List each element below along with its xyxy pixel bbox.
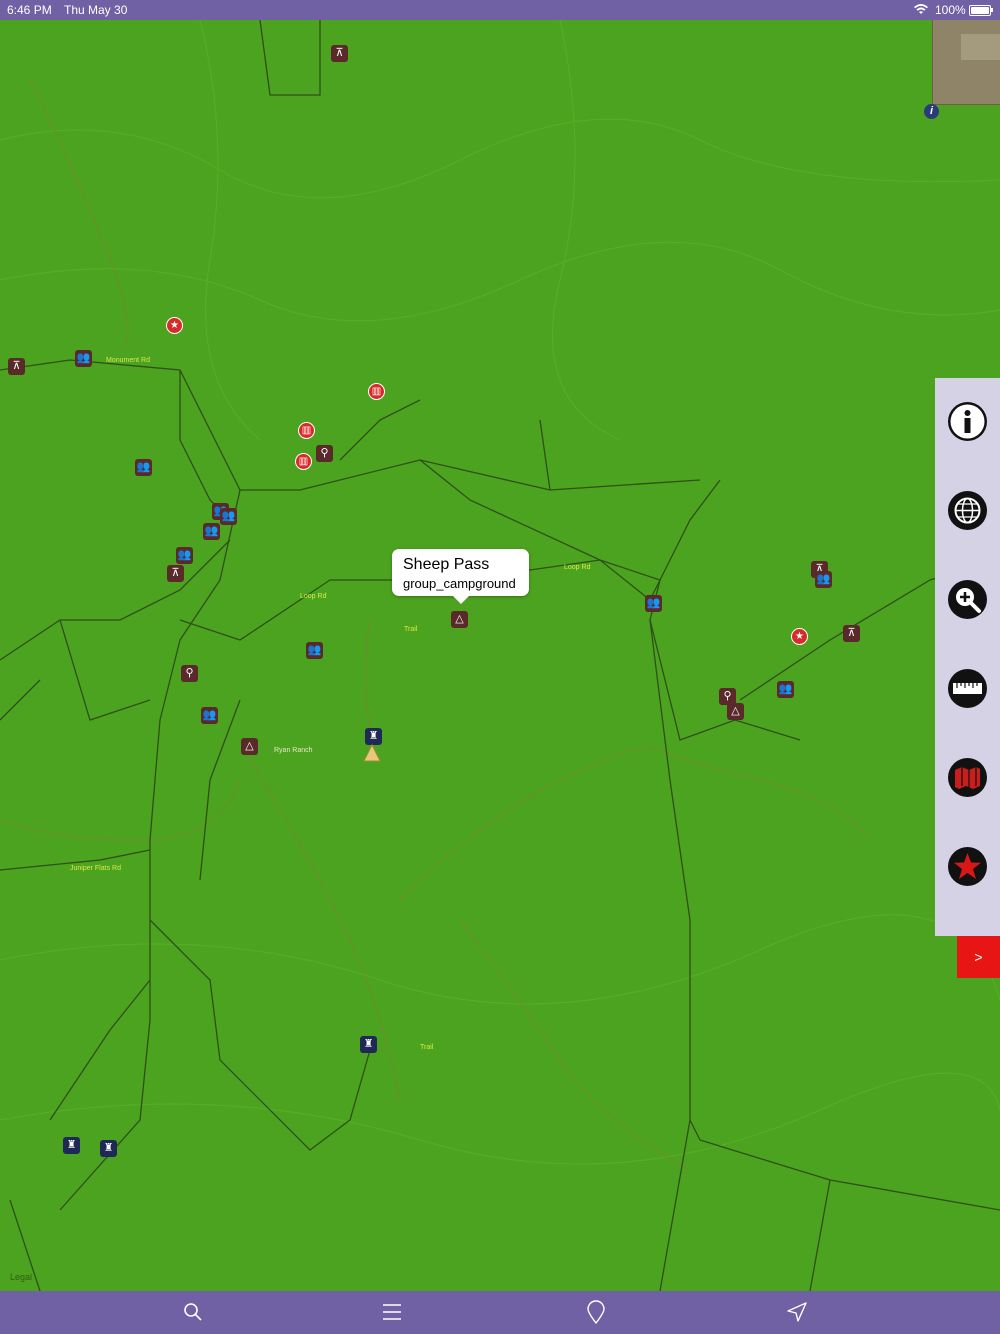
ranger-station-icon[interactable]: ♜	[100, 1140, 117, 1157]
picnic-area-icon[interactable]: ⊼	[843, 625, 860, 642]
legal-link[interactable]: Legal	[10, 1272, 32, 1282]
menu-tab[interactable]	[379, 1299, 405, 1325]
point-of-interest-icon[interactable]: ★	[166, 317, 183, 334]
road-label-ryan-ranch: Ryan Ranch	[274, 747, 313, 754]
picnic-area-icon[interactable]: ⊼	[331, 45, 348, 62]
ruler-icon	[953, 683, 982, 694]
ranger-station-icon[interactable]: ♜	[63, 1137, 80, 1154]
search-tab[interactable]	[180, 1299, 206, 1325]
globe-icon	[954, 497, 981, 524]
location-pin-icon	[587, 1300, 605, 1325]
ranger-station-icon[interactable]: ♜	[365, 728, 382, 745]
information-icon[interactable]: i	[924, 104, 939, 119]
wifi-icon	[913, 3, 929, 18]
tool-panel	[935, 378, 1000, 936]
ranger-station-icon[interactable]: ♜	[360, 1036, 377, 1053]
favorites-star-icon	[954, 853, 981, 879]
battery-percentage: 100%	[935, 3, 966, 17]
restroom-icon[interactable]: 👥	[201, 707, 218, 724]
battery-tip	[991, 8, 993, 12]
satellite-tile	[932, 20, 1000, 105]
road-label-monument: Monument Rd	[106, 357, 150, 364]
expand-panel-button[interactable]: >	[957, 936, 1000, 978]
navigation-arrow-icon	[787, 1302, 807, 1322]
location-tab[interactable]	[583, 1299, 609, 1325]
status-bar: 6:46 PM Thu May 30 100%	[0, 0, 1000, 20]
location-callout[interactable]: Sheep Pass group_campground	[392, 549, 529, 604]
measure-button[interactable]	[948, 669, 987, 708]
status-time: 6:46 PM	[7, 3, 52, 17]
restroom-icon[interactable]: 👥	[203, 523, 220, 540]
map-roads-layer: Monument Rd Loop Rd Loop Rd Juniper Flat…	[0, 20, 1000, 1291]
campground-icon[interactable]: △	[727, 703, 744, 720]
map-layers-icon	[955, 767, 980, 789]
campground-icon-sheep-pass[interactable]: △	[451, 611, 468, 628]
restroom-icon[interactable]: 👥	[220, 508, 237, 525]
battery-icon	[969, 5, 991, 16]
globe-button[interactable]	[948, 491, 987, 530]
search-icon	[184, 1303, 202, 1321]
zoom-button[interactable]	[948, 580, 987, 619]
restroom-icon[interactable]: 👥	[645, 595, 662, 612]
campground-icon[interactable]: △	[241, 738, 258, 755]
restroom-icon[interactable]: 👥	[135, 459, 152, 476]
status-date: Thu May 30	[64, 3, 128, 17]
zoom-in-icon	[956, 588, 981, 613]
road-label-loop-east: Loop Rd	[564, 564, 591, 571]
restroom-icon[interactable]: 👥	[306, 642, 323, 659]
info-icon	[950, 404, 985, 439]
navigation-tab[interactable]	[784, 1299, 810, 1325]
point-of-interest-icon[interactable]: ★	[791, 628, 808, 645]
menu-icon	[383, 1304, 401, 1320]
favorites-button[interactable]	[948, 847, 987, 886]
restroom-icon[interactable]: 👥	[815, 571, 832, 588]
road-label-juniper-flats: Juniper Flats Rd	[70, 865, 121, 872]
callout-subtitle: group_campground	[403, 576, 516, 591]
trailhead-icon[interactable]: ⚲	[181, 665, 198, 682]
picnic-area-icon[interactable]: ⊼	[8, 358, 25, 375]
road-label-trail-2: Trail	[420, 1044, 434, 1051]
road-label-trail: Trail	[404, 626, 418, 633]
info-button[interactable]	[948, 402, 987, 441]
ranch-marker-icon[interactable]	[363, 744, 381, 762]
picnic-area-icon[interactable]: ⊼	[167, 565, 184, 582]
viewpoint-icon[interactable]: ▥	[295, 453, 312, 470]
viewpoint-icon[interactable]: ▥	[298, 422, 315, 439]
map-layers-button[interactable]	[948, 758, 987, 797]
callout-title: Sheep Pass	[403, 556, 490, 573]
road-label-loop: Loop Rd	[300, 593, 327, 600]
restroom-icon[interactable]: 👥	[75, 350, 92, 367]
satellite-patch	[961, 34, 1000, 60]
restroom-icon[interactable]: 👥	[176, 547, 193, 564]
map-view[interactable]: Monument Rd Loop Rd Loop Rd Juniper Flat…	[0, 20, 1000, 1291]
trailhead-icon[interactable]: ⚲	[316, 445, 333, 462]
viewpoint-icon[interactable]: ▥	[368, 383, 385, 400]
tab-bar	[0, 1291, 1000, 1334]
restroom-icon[interactable]: 👥	[777, 681, 794, 698]
